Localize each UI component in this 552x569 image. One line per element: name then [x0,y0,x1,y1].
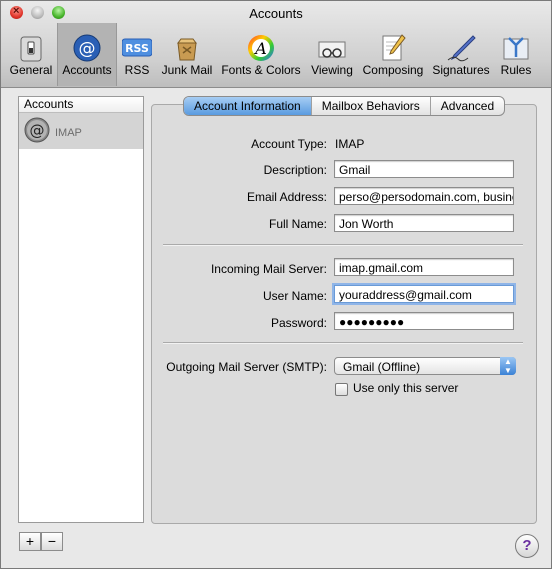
junk-mail-icon [177,38,197,61]
toolbar-signatures[interactable]: Signatures [429,27,493,82]
smtp-server-select[interactable]: Gmail (Offline) ▲ ▼ [334,357,516,375]
rss-icon: RSS [122,38,152,57]
svg-text:@: @ [79,39,96,59]
smtp-server-value: Gmail (Offline) [343,360,421,374]
help-button[interactable]: ? [515,534,539,558]
account-row-imap[interactable]: @ IMAP [19,113,143,149]
toolbar-label: Junk Mail [161,63,213,77]
tab-advanced[interactable]: Advanced [431,97,504,115]
toolbar-label: Composing [362,63,424,77]
toolbar-label: Signatures [432,63,490,77]
svg-text:RSS: RSS [125,42,149,55]
toolbar-fonts-colors[interactable]: A Fonts & Colors [217,27,305,82]
user-name-label: User Name: [262,289,327,303]
account-type-label: Account Type: [251,137,327,151]
full-name-label: Full Name: [268,217,327,231]
description-field[interactable]: Gmail [334,160,514,178]
description-label: Description: [263,163,327,177]
toolbar-viewing[interactable]: Viewing [307,27,357,82]
password-label: Password: [270,316,327,330]
toolbar-label: Rules [500,63,532,77]
use-only-this-server-label: Use only this server [353,381,459,395]
toolbar-label: RSS [124,63,150,77]
chevron-up-down-icon: ▲ ▼ [500,357,516,375]
switch-icon [20,36,42,62]
incoming-server-field[interactable]: imap.gmail.com [334,258,514,276]
rules-icon [503,37,529,60]
at-icon: @ [24,117,50,143]
at-icon: @ [73,34,101,62]
divider [163,244,523,246]
use-only-this-server-checkbox[interactable] [335,383,348,396]
toolbar-accounts[interactable]: @ Accounts [57,23,117,86]
toolbar-composing[interactable]: Composing [359,27,427,82]
user-name-field[interactable]: youraddress@gmail.com [334,285,514,303]
incoming-server-label: Incoming Mail Server: [210,262,327,276]
toolbar-label: Fonts & Colors [221,63,301,77]
signatures-icon [447,35,476,62]
password-field[interactable]: ●●●●●●●●● [334,312,514,330]
tab-account-information[interactable]: Account Information [184,97,312,115]
toolbar-label: Viewing [311,63,353,77]
title-toolbar: × Accounts General @ Accounts RSS RSS Ju… [1,1,551,88]
settings-tabs: Account Information Mailbox Behaviors Ad… [183,96,506,116]
toolbar-label: Accounts [62,63,112,77]
email-address-label: Email Address: [246,190,327,204]
toolbar-rules[interactable]: Rules [495,27,537,82]
toolbar-general[interactable]: General [7,27,55,82]
divider [163,342,523,344]
account-type-value: IMAP [335,137,365,151]
window-title: Accounts [249,6,303,21]
accounts-window: × Accounts General @ Accounts RSS RSS Ju… [0,0,552,569]
account-label: IMAP [55,127,82,139]
svg-text:A: A [253,39,267,58]
toolbar-rss[interactable]: RSS RSS [117,27,157,82]
accounts-list[interactable]: Accounts @ IMAP [18,96,144,523]
tab-mailbox-behaviors[interactable]: Mailbox Behaviors [312,97,431,115]
composing-icon [382,34,406,61]
svg-text:@: @ [30,122,45,140]
fonts-colors-icon: A [248,35,274,61]
viewing-icon [318,41,346,58]
accounts-list-header: Accounts [19,97,143,113]
toolbar-junk-mail[interactable]: Junk Mail [159,27,215,82]
email-address-field[interactable]: perso@persodomain.com, business [334,187,514,205]
full-name-field[interactable]: Jon Worth [334,214,514,232]
add-account-button[interactable]: + [19,532,41,551]
smtp-label: Outgoing Mail Server (SMTP): [166,360,327,374]
toolbar-label: General [9,63,53,77]
remove-account-button[interactable]: − [41,532,63,551]
